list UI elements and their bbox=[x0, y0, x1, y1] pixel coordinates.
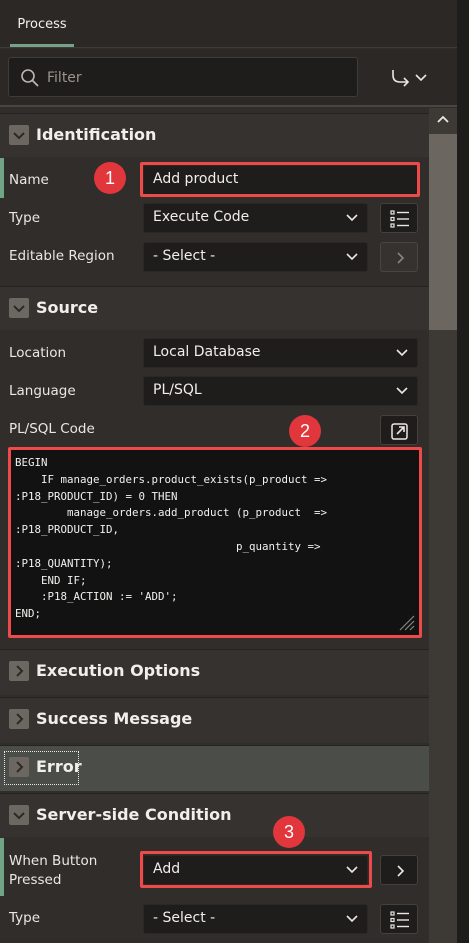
editable-region-value: - Select - bbox=[153, 248, 216, 264]
go-to-region-button[interactable] bbox=[380, 242, 418, 272]
collapse-toggle[interactable] bbox=[9, 125, 29, 145]
when-button-label-line2: Pressed bbox=[9, 872, 62, 888]
section-title: Source bbox=[36, 298, 99, 317]
annotation-badge-3: 3 bbox=[273, 816, 305, 848]
language-value: PL/SQL bbox=[153, 382, 202, 398]
editable-region-select[interactable]: - Select - bbox=[143, 242, 368, 272]
code-label: PL/SQL Code bbox=[9, 421, 95, 437]
chevron-up-icon bbox=[437, 115, 449, 123]
type-label: Type bbox=[9, 210, 41, 226]
language-select[interactable]: PL/SQL bbox=[143, 376, 418, 406]
chevron-down-icon bbox=[346, 214, 358, 222]
filter-bar bbox=[0, 49, 469, 107]
chevron-down-icon bbox=[346, 915, 358, 923]
name-row: Name Add product 1 bbox=[0, 158, 429, 198]
filter-box[interactable] bbox=[8, 57, 358, 97]
active-tab-indicator bbox=[10, 44, 74, 47]
section-source-header[interactable]: Source bbox=[0, 286, 429, 330]
collapse-toggle[interactable] bbox=[9, 298, 29, 318]
chevron-down-icon bbox=[13, 132, 25, 140]
section-title: Success Message bbox=[36, 709, 193, 728]
chevron-right-icon bbox=[16, 665, 24, 677]
condition-type-label: Type bbox=[9, 910, 41, 926]
section-title: Execution Options bbox=[36, 661, 201, 680]
editable-region-label: Editable Region bbox=[9, 248, 115, 264]
location-value: Local Database bbox=[153, 344, 261, 360]
language-label: Language bbox=[9, 383, 76, 399]
when-button-pressed-row: When Button Pressed 3 Add bbox=[0, 816, 429, 898]
condition-type-select[interactable]: - Select - bbox=[143, 904, 368, 934]
when-button-label-line1: When Button bbox=[9, 853, 98, 869]
resize-handle-icon[interactable] bbox=[397, 613, 415, 631]
chevron-right-icon bbox=[397, 252, 405, 264]
expand-editor-button[interactable] bbox=[380, 415, 418, 445]
chevron-down-icon bbox=[396, 387, 408, 395]
vertical-scrollbar[interactable] bbox=[429, 108, 457, 943]
scroll-up-button[interactable] bbox=[429, 108, 457, 132]
expand-toggle[interactable] bbox=[9, 709, 29, 729]
chevron-down-icon bbox=[13, 812, 25, 820]
section-title: Error bbox=[36, 757, 82, 776]
list-icon bbox=[390, 911, 409, 929]
active-row-marker bbox=[0, 158, 4, 198]
list-icon bbox=[390, 210, 409, 228]
type-value: Execute Code bbox=[153, 209, 250, 225]
code-label-row: PL/SQL Code 2 bbox=[0, 413, 429, 449]
section-title: Server-side Condition bbox=[36, 805, 232, 824]
chevron-right-icon bbox=[16, 713, 24, 725]
go-to-arrow-icon bbox=[392, 70, 427, 87]
filter-input[interactable] bbox=[47, 66, 347, 90]
language-row: Language PL/SQL bbox=[0, 375, 429, 409]
condition-type-row: Type - Select - bbox=[0, 902, 429, 942]
chevron-down-icon bbox=[13, 305, 25, 313]
tab-bar: Process bbox=[0, 0, 469, 48]
location-label: Location bbox=[9, 345, 67, 361]
highlight-box-1 bbox=[140, 162, 420, 197]
editable-region-row: Editable Region - Select - bbox=[0, 242, 429, 282]
go-to-menu-button[interactable] bbox=[386, 61, 432, 93]
expand-toggle[interactable] bbox=[9, 661, 29, 681]
section-server-side-condition-header[interactable]: Server-side Condition bbox=[0, 793, 429, 837]
scroll-thumb[interactable] bbox=[429, 134, 457, 330]
type-select[interactable]: Execute Code bbox=[143, 203, 368, 233]
expand-toggle[interactable] bbox=[9, 757, 29, 777]
expand-icon bbox=[391, 423, 408, 440]
section-success-message-header[interactable]: Success Message bbox=[0, 697, 429, 743]
search-icon bbox=[21, 69, 39, 87]
code-editor[interactable]: BEGIN IF manage_orders.product_exists(p_… bbox=[11, 450, 419, 635]
highlight-box-3 bbox=[140, 851, 372, 888]
window-edge bbox=[457, 0, 469, 943]
condition-type-value: - Select - bbox=[153, 910, 216, 926]
active-row-marker bbox=[0, 838, 4, 896]
annotation-badge-1: 1 bbox=[94, 162, 126, 194]
collapse-toggle[interactable] bbox=[9, 805, 29, 825]
section-identification-header[interactable]: Identification bbox=[0, 113, 429, 157]
section-error-header[interactable]: Error bbox=[0, 745, 429, 791]
code-list-button[interactable] bbox=[380, 203, 418, 233]
name-label: Name bbox=[9, 172, 49, 188]
chevron-right-icon bbox=[397, 865, 405, 877]
chevron-down-icon bbox=[396, 349, 408, 357]
location-row: Location Local Database bbox=[0, 337, 429, 371]
when-button-label: When Button Pressed bbox=[9, 852, 97, 890]
annotation-badge-2: 2 bbox=[289, 415, 321, 447]
go-to-button-button[interactable] bbox=[380, 855, 418, 885]
chevron-down-icon bbox=[346, 253, 358, 261]
condition-list-button[interactable] bbox=[380, 904, 418, 934]
location-select[interactable]: Local Database bbox=[143, 338, 418, 368]
property-editor[interactable]: Identification Name Add product 1 Type E… bbox=[0, 108, 429, 943]
section-title: Identification bbox=[36, 125, 157, 144]
chevron-right-icon bbox=[16, 761, 24, 773]
code-content: BEGIN IF manage_orders.product_exists(p_… bbox=[15, 456, 328, 621]
type-row: Type Execute Code bbox=[0, 202, 429, 242]
tab-process[interactable]: Process bbox=[10, 0, 74, 48]
section-execution-options-header[interactable]: Execution Options bbox=[0, 649, 429, 695]
